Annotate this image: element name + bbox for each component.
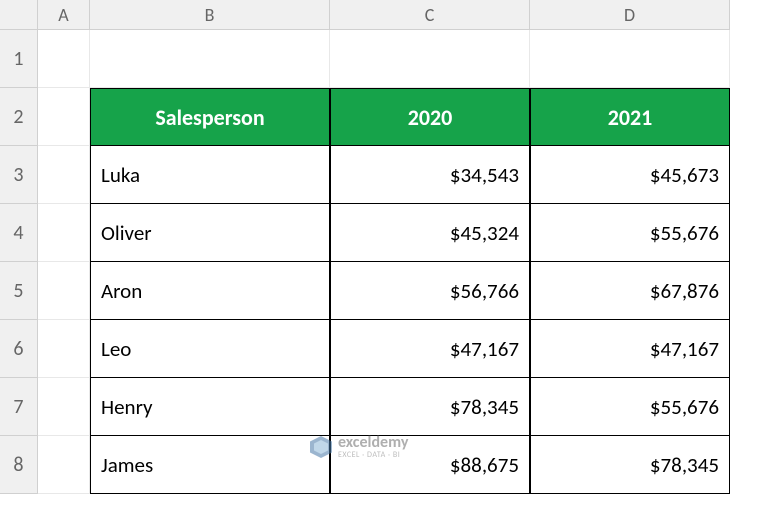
table-row-value[interactable]: $45,673: [530, 146, 730, 204]
cell-a4[interactable]: [38, 204, 90, 262]
table-row-value[interactable]: $34,543: [330, 146, 530, 204]
col-header-c[interactable]: C: [330, 0, 530, 30]
table-header-2020[interactable]: 2020: [330, 88, 530, 146]
table-row-value[interactable]: $88,675: [330, 436, 530, 494]
col-header-d[interactable]: D: [530, 0, 730, 30]
row-header-7[interactable]: 7: [0, 378, 38, 436]
cell-c1[interactable]: [330, 30, 530, 88]
table-row-name[interactable]: Leo: [90, 320, 330, 378]
table-row-value[interactable]: $47,167: [330, 320, 530, 378]
cell-a8[interactable]: [38, 436, 90, 494]
cell-a3[interactable]: [38, 146, 90, 204]
table-row-name[interactable]: Henry: [90, 378, 330, 436]
table-row-value[interactable]: $55,676: [530, 378, 730, 436]
col-header-b[interactable]: B: [90, 0, 330, 30]
row-header-4[interactable]: 4: [0, 204, 38, 262]
col-header-a[interactable]: A: [38, 0, 90, 30]
cell-d1[interactable]: [530, 30, 730, 88]
table-row-value[interactable]: $78,345: [330, 378, 530, 436]
row-header-5[interactable]: 5: [0, 262, 38, 320]
table-row-value[interactable]: $45,324: [330, 204, 530, 262]
row-header-2[interactable]: 2: [0, 88, 38, 146]
table-row-name[interactable]: Luka: [90, 146, 330, 204]
cell-a1[interactable]: [38, 30, 90, 88]
cell-a6[interactable]: [38, 320, 90, 378]
row-header-6[interactable]: 6: [0, 320, 38, 378]
table-row-name[interactable]: James: [90, 436, 330, 494]
table-row-value[interactable]: $78,345: [530, 436, 730, 494]
cell-b1[interactable]: [90, 30, 330, 88]
table-row-value[interactable]: $55,676: [530, 204, 730, 262]
table-header-2021[interactable]: 2021: [530, 88, 730, 146]
row-header-8[interactable]: 8: [0, 436, 38, 494]
table-row-name[interactable]: Oliver: [90, 204, 330, 262]
spreadsheet-grid: A B C D 1 2 Salesperson 2020 2021 3 Luka…: [0, 0, 767, 494]
table-row-value[interactable]: $67,876: [530, 262, 730, 320]
table-row-value[interactable]: $56,766: [330, 262, 530, 320]
cell-a5[interactable]: [38, 262, 90, 320]
cell-a7[interactable]: [38, 378, 90, 436]
table-row-value[interactable]: $47,167: [530, 320, 730, 378]
row-header-1[interactable]: 1: [0, 30, 38, 88]
table-row-name[interactable]: Aron: [90, 262, 330, 320]
select-all-corner[interactable]: [0, 0, 38, 30]
cell-a2[interactable]: [38, 88, 90, 146]
row-header-3[interactable]: 3: [0, 146, 38, 204]
table-header-salesperson[interactable]: Salesperson: [90, 88, 330, 146]
